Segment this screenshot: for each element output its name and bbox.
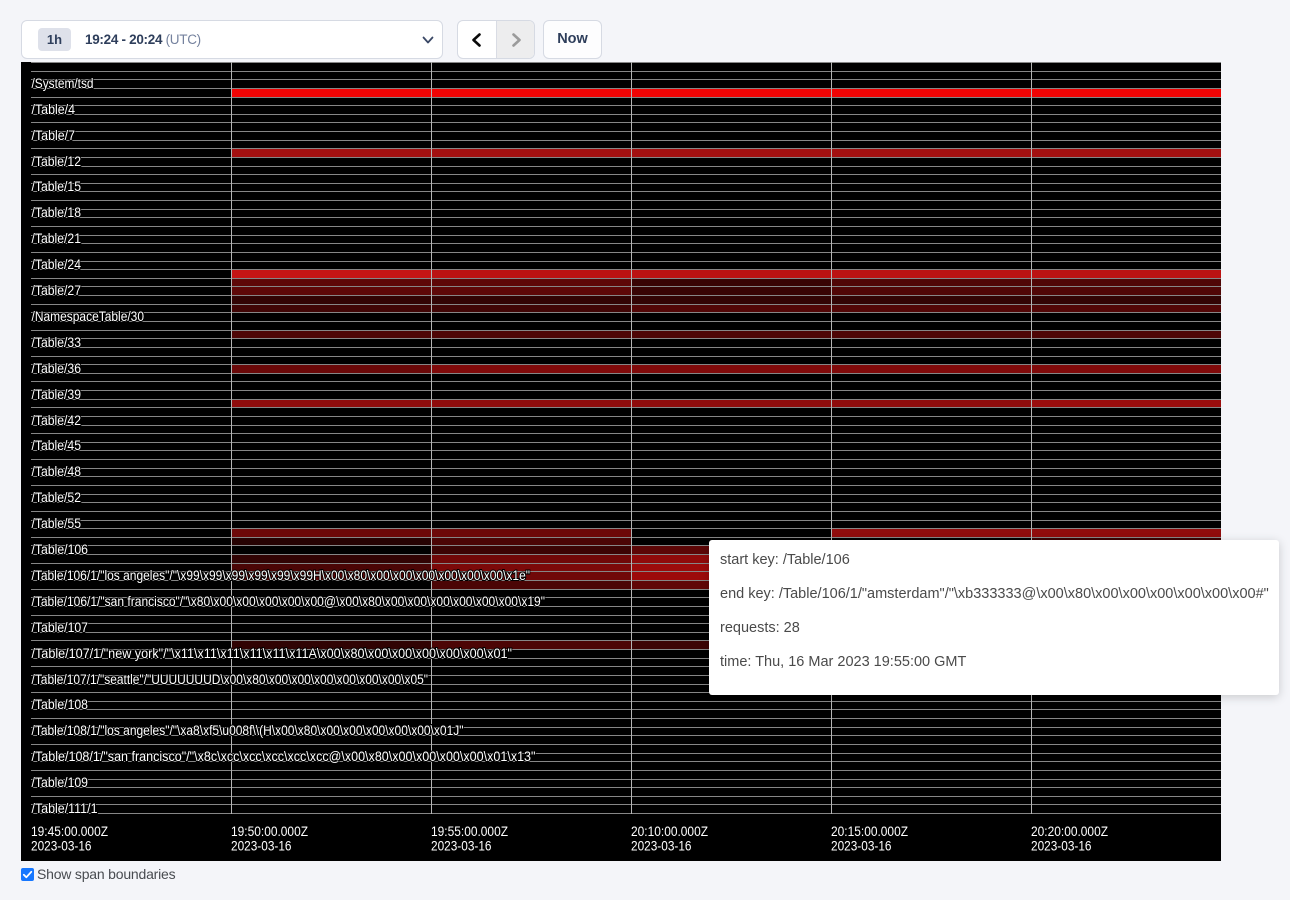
svg-text:/Table/15: /Table/15 (32, 179, 82, 194)
svg-text:/Table/27: /Table/27 (32, 283, 82, 298)
svg-text:/Table/106/1/"los angeles"/"\x: /Table/106/1/"los angeles"/"\x99\x99\x99… (32, 568, 531, 583)
svg-text:2023-03-16: 2023-03-16 (231, 839, 292, 854)
svg-text:/Table/107/1/"new york"/"\x11\: /Table/107/1/"new york"/"\x11\x11\x11\x1… (32, 646, 513, 661)
svg-text:/Table/4: /Table/4 (32, 102, 76, 117)
svg-text:/NamespaceTable/30: /NamespaceTable/30 (32, 309, 145, 324)
svg-text:/Table/109: /Table/109 (32, 775, 89, 790)
svg-text:/Table/111/1: /Table/111/1 (32, 801, 98, 816)
svg-text:/Table/106: /Table/106 (32, 542, 89, 557)
svg-text:/Table/48: /Table/48 (32, 464, 82, 479)
svg-text:/Table/45: /Table/45 (32, 438, 82, 453)
svg-text:/Table/24: /Table/24 (32, 257, 82, 272)
svg-text:19:45:00.000Z: 19:45:00.000Z (31, 824, 108, 839)
svg-text:/Table/55: /Table/55 (32, 516, 82, 531)
svg-text:/Table/108/1/"los angeles"/"\x: /Table/108/1/"los angeles"/"\xa8\xf5\u00… (32, 723, 464, 738)
svg-text:/Table/42: /Table/42 (32, 413, 82, 428)
svg-text:/Table/108: /Table/108 (32, 697, 89, 712)
svg-text:/Table/21: /Table/21 (32, 231, 82, 246)
svg-text:/Table/39: /Table/39 (32, 387, 82, 402)
svg-text:/Table/106/1/"san francisco"/": /Table/106/1/"san francisco"/"\x80\x00\x… (32, 594, 546, 609)
svg-text:2023-03-16: 2023-03-16 (831, 839, 892, 854)
svg-text:/Table/52: /Table/52 (32, 490, 82, 505)
svg-text:2023-03-16: 2023-03-16 (1031, 839, 1092, 854)
svg-text:20:10:00.000Z: 20:10:00.000Z (631, 824, 708, 839)
svg-text:20:15:00.000Z: 20:15:00.000Z (831, 824, 908, 839)
svg-text:/Table/107: /Table/107 (32, 620, 89, 635)
svg-text:/Table/108/1/"san francisco"/": /Table/108/1/"san francisco"/"\x8c\xcc\x… (32, 749, 536, 764)
svg-text:20:20:00.000Z: 20:20:00.000Z (1031, 824, 1108, 839)
svg-text:/Table/18: /Table/18 (32, 205, 82, 220)
svg-text:2023-03-16: 2023-03-16 (631, 839, 692, 854)
svg-text:2023-03-16: 2023-03-16 (431, 839, 492, 854)
svg-text:/Table/33: /Table/33 (32, 335, 82, 350)
svg-text:19:55:00.000Z: 19:55:00.000Z (431, 824, 508, 839)
svg-text:/Table/12: /Table/12 (32, 154, 82, 169)
svg-text:/System/tsd: /System/tsd (32, 76, 94, 91)
svg-text:2023-03-16: 2023-03-16 (31, 839, 92, 854)
svg-text:/Table/7: /Table/7 (32, 128, 76, 143)
svg-text:/Table/36: /Table/36 (32, 361, 82, 376)
svg-text:19:50:00.000Z: 19:50:00.000Z (231, 824, 308, 839)
svg-text:/Table/107/1/"seattle"/"UUUUUU: /Table/107/1/"seattle"/"UUUUUUUD\x00\x80… (32, 672, 429, 687)
